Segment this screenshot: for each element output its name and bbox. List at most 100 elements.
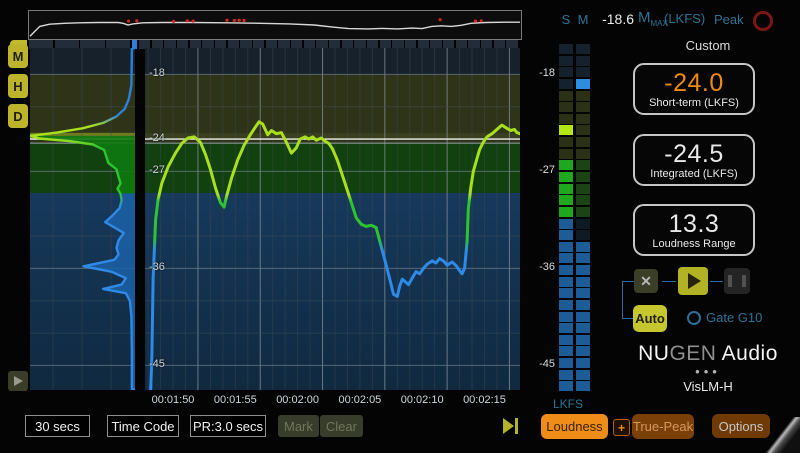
meter-segment: [559, 137, 573, 147]
view-button-history[interactable]: H: [8, 74, 28, 98]
view-button-momentary[interactable]: M: [8, 44, 28, 68]
meter-segment: [559, 346, 573, 356]
meter-segment: [576, 67, 590, 77]
y-tick-label: -27: [149, 164, 165, 176]
skip-to-end-icon[interactable]: [503, 418, 518, 434]
mark-clear-group: Mark Clear: [278, 415, 363, 437]
play-icon: [688, 273, 701, 289]
meter-segment: [559, 381, 573, 391]
logo-nu: NU: [638, 342, 669, 365]
meter-scale-label: -36: [531, 261, 555, 273]
meter-segment: [576, 288, 590, 298]
meter-segment: [559, 67, 573, 77]
practical-range-select[interactable]: PR:3.0 secs: [190, 415, 266, 437]
skip-triangle: [503, 418, 514, 434]
meter-scale-label: -27: [531, 164, 555, 176]
time-tick-label: 00:01:50: [143, 394, 203, 406]
nugen-audio-logo: NUGEN Audio: [620, 342, 796, 366]
time-tick-label: 00:01:55: [205, 394, 265, 406]
meter-scale-label: -45: [531, 358, 555, 370]
time-tick-label: 00:02:15: [454, 394, 514, 406]
loudness-history-graph[interactable]: [145, 48, 520, 390]
transport-connector-dash2: [710, 281, 723, 282]
short-term-readout[interactable]: -24.0 Short-term (LKFS): [633, 63, 755, 115]
meter-segment: [576, 265, 590, 275]
pause-button[interactable]: [724, 268, 750, 294]
meter-segment: [576, 370, 590, 380]
meter-segment: [559, 125, 573, 135]
meter-segment: [559, 91, 573, 101]
time-tick-label: 00:02:10: [392, 394, 452, 406]
meter-segment: [559, 370, 573, 380]
meter-segment: [576, 125, 590, 135]
short-term-value: -24.0: [664, 70, 723, 96]
mark-button[interactable]: Mark: [278, 415, 319, 437]
loudness-range-value: 13.3: [669, 211, 720, 237]
options-button[interactable]: Options: [712, 414, 770, 438]
gate-label: Gate G10: [706, 310, 762, 325]
meter-segment: [559, 219, 573, 229]
y-tick-label: -36: [149, 261, 165, 273]
meter-segment: [559, 102, 573, 112]
meter-segment: [576, 184, 590, 194]
transport-connector-auto: [622, 318, 633, 319]
meter-segment: [576, 102, 590, 112]
meter-segment: [576, 323, 590, 333]
combine-mode-button[interactable]: +: [613, 419, 630, 436]
momentary-max-unit: (LKFS): [664, 11, 705, 26]
meter-segment: [559, 149, 573, 159]
meter-unit-label: LKFS: [546, 397, 590, 411]
meter-segment: [576, 160, 590, 170]
resize-grip[interactable]: [766, 417, 800, 453]
loudness-mode-button[interactable]: Loudness: [541, 414, 608, 439]
loudness-range-readout[interactable]: 13.3 Loudness Range: [633, 204, 755, 256]
meter-segment: [576, 172, 590, 182]
meter-segment: [559, 312, 573, 322]
play-button[interactable]: [678, 267, 708, 295]
meter-segment: [576, 44, 590, 54]
loudness-distribution-histogram[interactable]: [30, 48, 135, 390]
product-name: VisLM-H: [620, 379, 796, 394]
vislm-plugin-window: M H D -18-24-27-36-45 00:01:5000:01:5500…: [0, 0, 800, 453]
meter-segment: [559, 207, 573, 217]
meter-segment: [576, 219, 590, 229]
gate-radio[interactable]: [687, 311, 701, 325]
short-term-label: Short-term (LKFS): [649, 97, 739, 109]
integrated-value: -24.5: [664, 141, 723, 167]
meter-segment: [559, 195, 573, 205]
view-button-distribution[interactable]: D: [8, 104, 28, 128]
auto-button[interactable]: Auto: [633, 305, 667, 332]
meter-segment: [559, 172, 573, 182]
meter-segment: [576, 91, 590, 101]
peak-indicator-lamp[interactable]: [753, 11, 773, 31]
preset-name[interactable]: Custom: [620, 38, 796, 53]
history-play-button[interactable]: [8, 371, 28, 391]
logo-dots: •••: [620, 364, 796, 379]
momentary-max-value: -18.6: [592, 11, 634, 27]
meter-segment: [559, 114, 573, 124]
meter-segment: [576, 358, 590, 368]
y-tick-label: -18: [149, 67, 165, 79]
meter-segment: [576, 195, 590, 205]
meter-segment: [559, 230, 573, 240]
y-tick-label: -45: [149, 358, 165, 370]
program-overview-graph[interactable]: [28, 10, 522, 40]
meter-segment: [559, 265, 573, 275]
meter-segment: [576, 114, 590, 124]
skip-bar: [515, 418, 518, 434]
timecode-mode-select[interactable]: Time Code: [107, 415, 179, 437]
integrated-readout[interactable]: -24.5 Integrated (LKFS): [633, 134, 755, 186]
pause-icon: [728, 275, 746, 287]
reset-button[interactable]: ✕: [634, 269, 658, 293]
true-peak-mode-button[interactable]: True-Peak: [632, 414, 694, 439]
mmax-m: M: [638, 9, 651, 26]
meter-segment: [576, 207, 590, 217]
window-length-select[interactable]: 30 secs: [25, 415, 90, 437]
clear-button[interactable]: Clear: [320, 415, 363, 437]
meter-segment: [559, 300, 573, 310]
meter-scale-label: -18: [531, 67, 555, 79]
meter-segment: [576, 79, 590, 89]
time-tick-label: 00:02:05: [330, 394, 390, 406]
meter-segment: [559, 44, 573, 54]
peak-label: Peak: [714, 12, 744, 27]
